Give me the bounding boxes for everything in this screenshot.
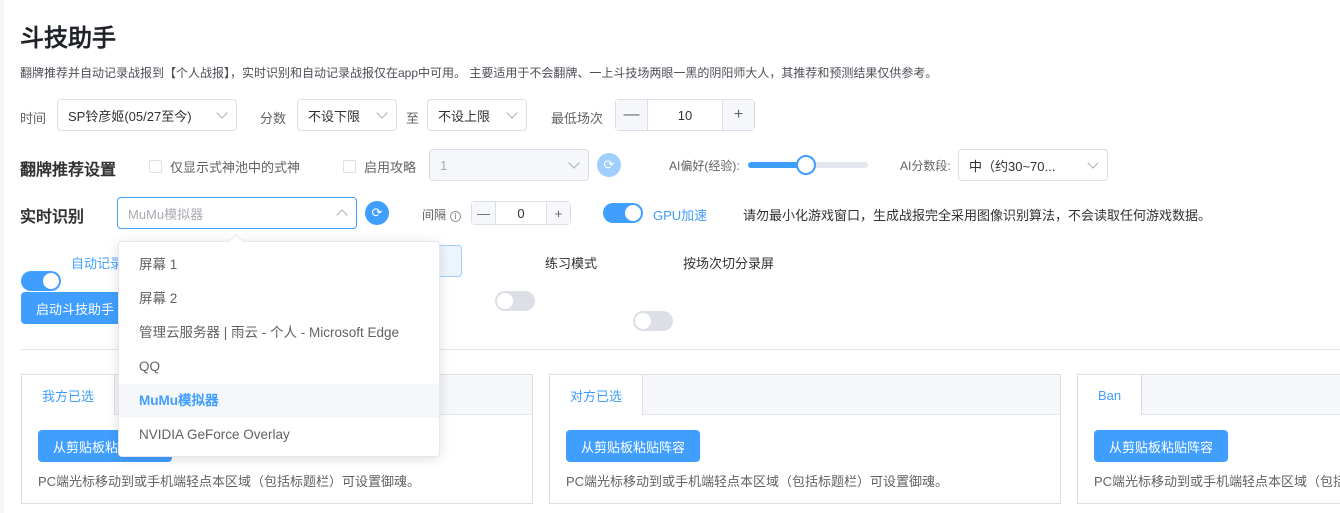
page: 斗技助手 翻牌推荐并自动记录战报到【个人战报】，实时识别和自动记录战报仅在app…	[4, 0, 1340, 513]
min-games-label: 最低场次	[551, 111, 604, 126]
dropdown-arrow	[228, 233, 244, 249]
toggle-knob	[43, 273, 59, 289]
ai-score-label: AI分数段:	[900, 159, 951, 173]
guide-select[interactable]: 1	[429, 149, 589, 181]
enable-guide-label: 启用攻略	[364, 160, 417, 175]
source-dropdown: 屏幕 1 屏幕 2 管理云服务器 | 雨云 - 个人 - Microsoft E…	[118, 233, 440, 457]
enable-guide-checkbox[interactable]: 启用攻略	[343, 157, 416, 176]
recommend-section-label: 翻牌推荐设置	[20, 162, 117, 179]
time-label: 时间	[20, 111, 47, 126]
practice-toggle[interactable]	[495, 291, 535, 311]
ban-card[interactable]: Ban 从剪贴板粘贴阵容 PC端光标移动到或手机端轻点本区域（包括标题栏）可设置…	[1077, 374, 1340, 504]
dropdown-option[interactable]: QQ	[119, 350, 439, 384]
tab-enemy-picks[interactable]: 对方已选	[550, 375, 644, 415]
dropdown-option[interactable]: 屏幕 2	[119, 282, 439, 316]
decrement-button[interactable]: —	[472, 202, 496, 224]
chevron-down-icon	[376, 107, 388, 119]
paste-lineup-button[interactable]: 从剪贴板粘贴阵容	[566, 430, 701, 462]
split-label: 按场次切分录屏	[683, 256, 775, 271]
realtime-section-label: 实时识别	[20, 209, 85, 226]
to-label: 至	[406, 111, 420, 126]
source-select-placeholder: MuMu模拟器	[128, 206, 204, 222]
gpu-label: GPU加速	[653, 208, 708, 223]
practice-label: 练习模式	[545, 256, 598, 271]
interval-label: 间隔 i	[422, 206, 462, 223]
card-hint: PC端光标移动到或手机端轻点本区域（包括标题栏）可设置御魂。	[38, 474, 421, 489]
chevron-down-icon	[506, 107, 518, 119]
checkbox-icon	[343, 160, 356, 173]
paste-lineup-button[interactable]: 从剪贴板粘贴阵容	[1094, 430, 1229, 462]
refresh-icon[interactable]: ⟳	[365, 201, 389, 225]
toggle-knob	[625, 205, 641, 221]
score-max-value: 不设上限	[438, 108, 491, 124]
interval-value[interactable]: 0	[496, 202, 546, 224]
interval-stepper[interactable]: — 0 +	[471, 201, 571, 225]
chevron-down-icon	[1087, 157, 1099, 169]
time-select[interactable]: SP铃彦姬(05/27至今)	[57, 99, 237, 131]
decrement-button[interactable]: —	[616, 100, 648, 130]
card-hint: PC端光标移动到或手机端轻点本区域（包括标题栏）可设置御魂。	[1094, 474, 1340, 489]
auto-record-label: 自动记录	[71, 256, 124, 271]
refresh-icon[interactable]: ⟳	[597, 153, 621, 177]
increment-button[interactable]: +	[546, 202, 570, 224]
only-pool-checkbox[interactable]: 仅显示式神池中的式神	[149, 157, 300, 176]
tab-ban[interactable]: Ban	[1078, 375, 1143, 415]
score-min-value: 不设下限	[308, 108, 361, 124]
tab-my-picks[interactable]: 我方已选	[22, 375, 116, 415]
card-tab-header: 对方已选	[550, 375, 1060, 415]
toggle-knob	[635, 313, 651, 329]
score-min-select[interactable]: 不设下限	[297, 99, 397, 131]
dropdown-option[interactable]: 屏幕 1	[119, 248, 439, 282]
page-description: 翻牌推荐并自动记录战报到【个人战报】，实时识别和自动记录战报仅在app中可用。 …	[20, 66, 938, 80]
ai-pref-label: AI偏好(经验):	[669, 159, 740, 173]
toggle-knob	[497, 293, 513, 309]
ai-score-select[interactable]: 中（约30~70...	[958, 149, 1108, 181]
guide-select-value: 1	[440, 157, 448, 173]
chevron-up-icon	[336, 209, 348, 221]
interval-label-text: 间隔	[422, 208, 447, 222]
dropdown-option[interactable]: 管理云服务器 | 雨云 - 个人 - Microsoft Edge	[119, 316, 439, 350]
increment-button[interactable]: +	[722, 100, 754, 130]
page-title: 斗技助手	[20, 25, 116, 52]
checkbox-icon	[149, 160, 162, 173]
dropdown-option[interactable]: NVIDIA GeForce Overlay	[119, 418, 439, 452]
only-pool-label: 仅显示式神池中的式神	[170, 160, 301, 175]
min-games-stepper[interactable]: — 10 +	[615, 99, 755, 131]
gpu-toggle[interactable]	[603, 203, 643, 223]
min-games-value[interactable]: 10	[648, 100, 722, 130]
chevron-down-icon	[216, 107, 228, 119]
score-label: 分数	[260, 111, 287, 126]
realtime-notice: 请勿最小化游戏窗口，生成战报完全采用图像识别算法，不会读取任何游戏数据。	[743, 208, 1212, 223]
auto-record-toggle[interactable]	[21, 271, 61, 291]
card-hint: PC端光标移动到或手机端轻点本区域（包括标题栏）可设置御魂。	[566, 474, 949, 489]
source-select[interactable]: MuMu模拟器	[117, 197, 357, 229]
slider-handle[interactable]	[795, 155, 816, 175]
info-icon: i	[450, 211, 462, 222]
time-select-value: SP铃彦姬(05/27至今)	[68, 108, 192, 124]
card-tab-header: Ban	[1078, 375, 1340, 415]
chevron-down-icon	[568, 157, 580, 169]
score-max-select[interactable]: 不设上限	[427, 99, 527, 131]
dropdown-option-selected[interactable]: MuMu模拟器	[119, 384, 439, 418]
ai-score-value: 中（约30~70...	[969, 158, 1056, 174]
split-toggle[interactable]	[633, 311, 673, 331]
enemy-picks-card[interactable]: 对方已选 从剪贴板粘贴阵容 PC端光标移动到或手机端轻点本区域（包括标题栏）可设…	[549, 374, 1061, 504]
